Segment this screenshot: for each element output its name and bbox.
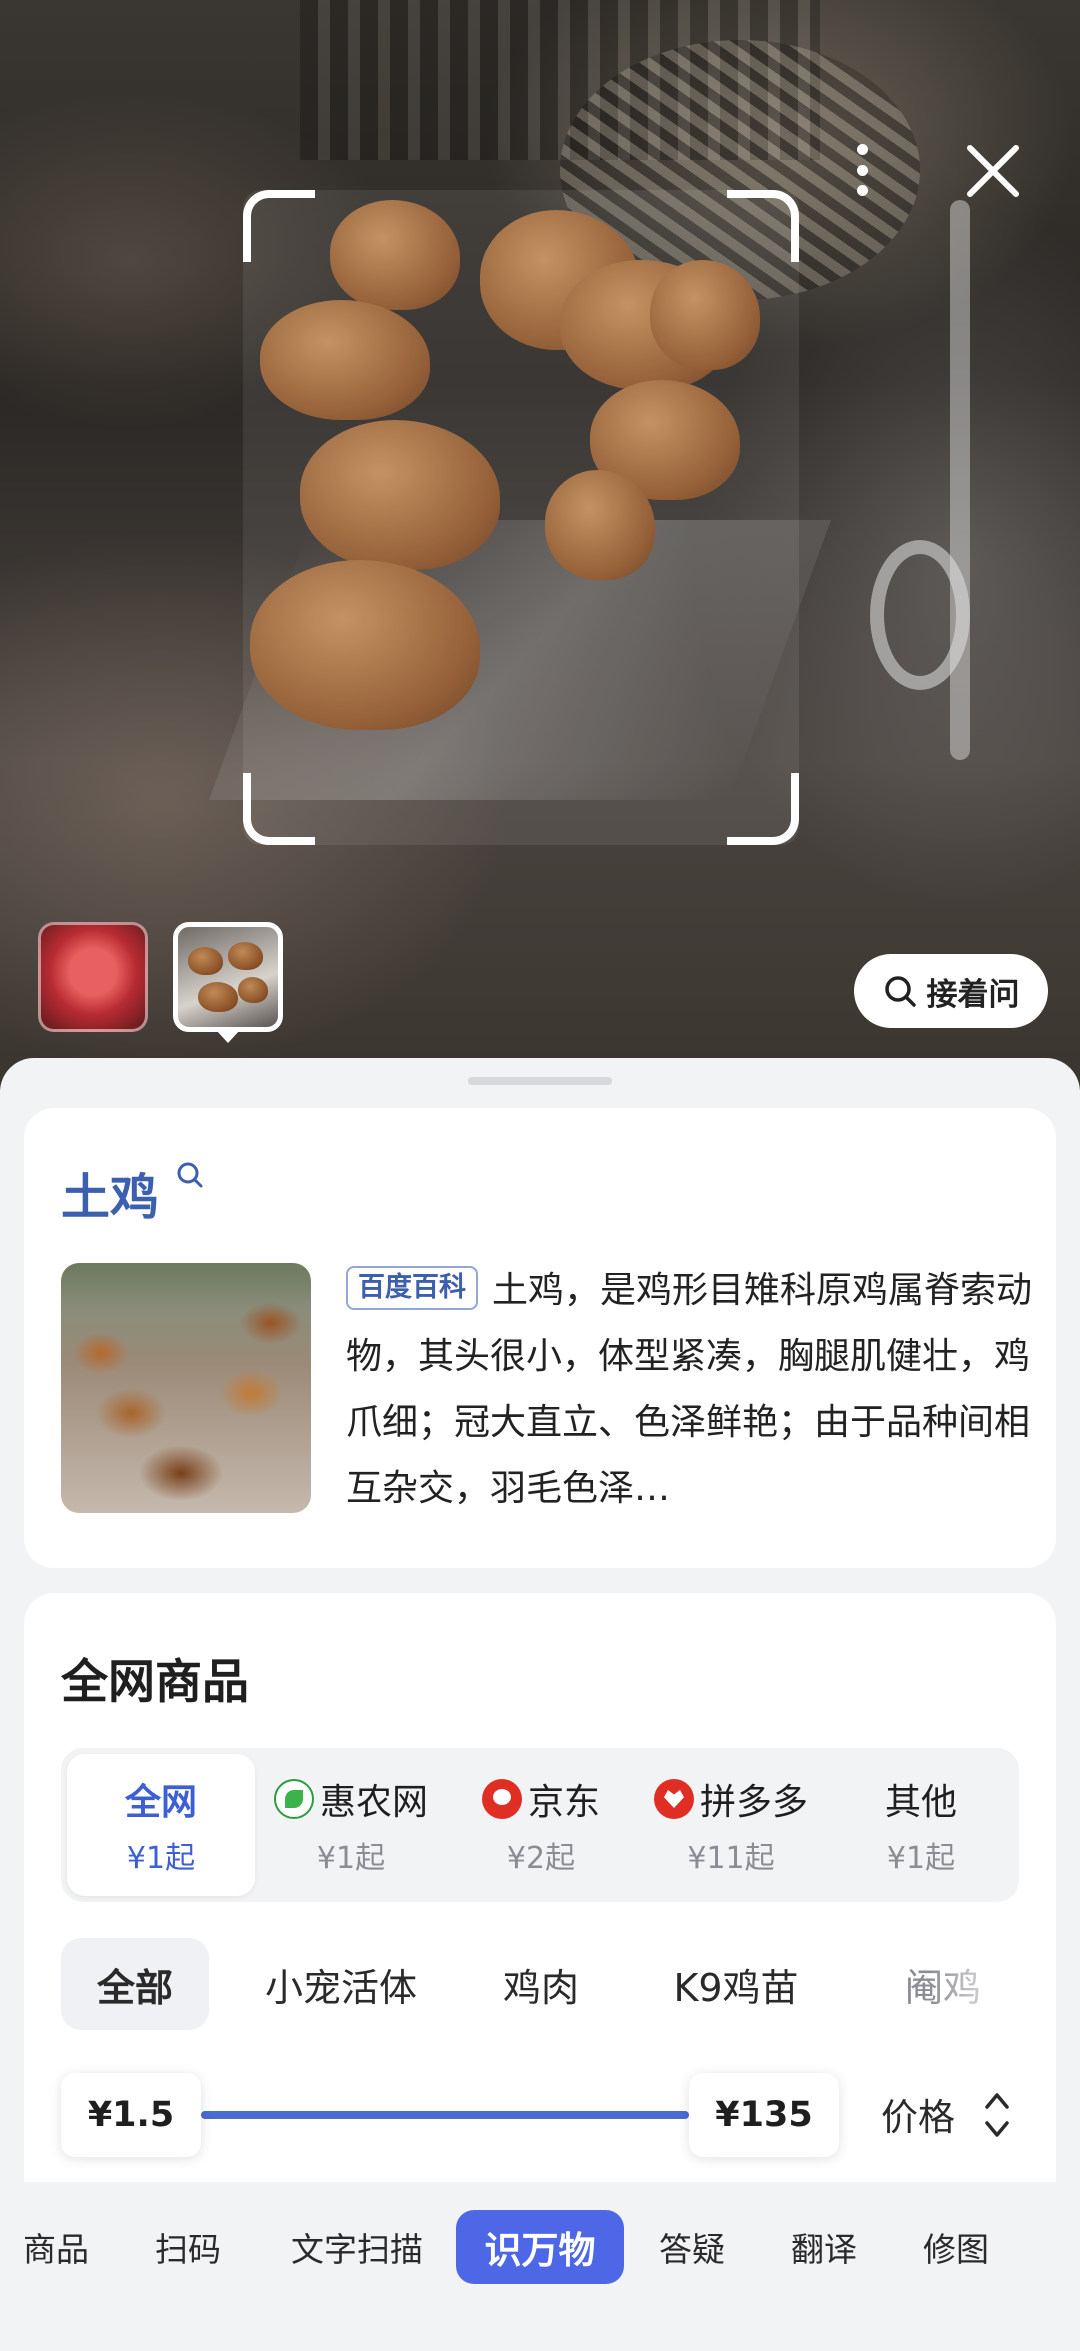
tab-qa[interactable]: 答疑 — [636, 2210, 748, 2284]
history-thumbnail-2-selected[interactable] — [173, 922, 283, 1032]
platform-price: ¥1起 — [126, 1841, 196, 1876]
section-title: 全网商品 — [61, 1655, 249, 1710]
platform-price: ¥1起 — [316, 1841, 386, 1876]
platform-price: ¥1起 — [886, 1841, 956, 1876]
results-sheet[interactable]: 土鸡 百度百科 土鸡，是鸡形目雉科原鸡属脊索动物，其头很小，体型紧凑，胸腿肌健壮，… — [0, 1058, 1080, 2351]
platform-tab-pinduoduo[interactable]: 拼多多 ¥11起 — [636, 1748, 826, 1902]
scan-corner-top-right — [727, 190, 799, 262]
chicken — [198, 982, 238, 1012]
scan-corner-bottom-right — [727, 773, 799, 845]
sort-by-price-button[interactable]: 价格 — [881, 2087, 955, 2141]
jd-logo-icon — [481, 1779, 522, 1819]
price-range-slider: ¥1.5 ¥135 价格 — [61, 2073, 1019, 2157]
tab-identify-all[interactable]: 识万物 — [456, 2210, 624, 2284]
category-chip[interactable]: 鸡肉 — [481, 1938, 601, 2030]
huinong-logo-icon — [273, 1779, 314, 1819]
platform-tabs: 全网 ¥1起 惠农网 ¥1起 京东 ¥2起 拼多多 ¥11起 其他 ¥1起 — [61, 1748, 1019, 1902]
platform-tab-all[interactable]: 全网 ¥1起 — [67, 1754, 255, 1896]
platform-name: 京东 — [527, 1782, 600, 1823]
tab-translate[interactable]: 翻译 — [768, 2210, 880, 2284]
price-min-handle[interactable]: ¥1.5 — [61, 2073, 201, 2157]
camera-preview: 接着问 — [0, 0, 1080, 1090]
result-image[interactable] — [61, 1263, 311, 1513]
tab-scan-code[interactable]: 扫码 — [132, 2210, 244, 2284]
scan-corner-bottom-left — [243, 773, 315, 845]
price-slider-track[interactable] — [201, 2111, 689, 2119]
source-tag: 百度百科 — [346, 1266, 478, 1310]
background-cart — [950, 200, 970, 760]
category-chips: 全部 小宠活体 鸡肉 K9鸡苗 阉鸡 — [61, 1938, 1019, 2030]
sort-arrows-icon[interactable] — [981, 2085, 1013, 2145]
ask-button-label: 接着问 — [926, 976, 1020, 1013]
history-thumbnail-1[interactable] — [38, 922, 148, 1032]
platform-name: 拼多多 — [699, 1782, 808, 1823]
close-icon[interactable] — [962, 140, 1024, 202]
search-icon — [884, 976, 916, 1007]
platform-tab-jd[interactable]: 京东 ¥2起 — [446, 1748, 636, 1902]
platform-name: 全网 — [124, 1782, 197, 1823]
price-max-handle[interactable]: ¥135 — [689, 2073, 839, 2157]
platform-name: 其他 — [884, 1782, 957, 1823]
mode-tab-bar: 商品 扫码 文字扫描 识万物 答疑 翻译 修图 — [0, 2182, 1080, 2351]
thumbnail-pointer — [216, 1030, 240, 1043]
scan-corner-top-left — [243, 190, 315, 262]
platform-tab-huinong[interactable]: 惠农网 ¥1起 — [256, 1748, 446, 1902]
result-description: 百度百科 土鸡，是鸡形目雉科原鸡属脊索动物，其头很小，体型紧凑，胸腿肌健壮，鸡爪细… — [346, 1258, 1036, 1522]
chips-fade — [929, 1938, 1019, 2030]
more-vertical-icon[interactable] — [842, 138, 882, 202]
tab-goods[interactable]: 商品 — [0, 2210, 112, 2284]
platform-price: ¥2起 — [506, 1841, 576, 1876]
search-icon[interactable] — [175, 1160, 205, 1190]
result-title[interactable]: 土鸡 — [61, 1158, 159, 1229]
background-wheel — [870, 540, 970, 690]
platform-name: 惠农网 — [319, 1782, 428, 1823]
pinduoduo-logo-icon — [653, 1779, 694, 1819]
tab-photo-edit[interactable]: 修图 — [900, 2210, 1012, 2284]
chicken — [188, 947, 223, 975]
scan-frame[interactable] — [243, 190, 799, 845]
chicken — [238, 977, 268, 1003]
tab-text-scan[interactable]: 文字扫描 — [272, 2210, 442, 2284]
category-chip[interactable]: 小宠活体 — [241, 1938, 441, 2030]
chicken — [228, 942, 263, 970]
sheet-grabber[interactable] — [468, 1077, 612, 1085]
platform-price: ¥11起 — [687, 1841, 775, 1876]
encyclopedia-card[interactable]: 土鸡 百度百科 土鸡，是鸡形目雉科原鸡属脊索动物，其头很小，体型紧凑，胸腿肌健壮，… — [24, 1108, 1056, 1568]
ask-follow-up-button[interactable]: 接着问 — [854, 954, 1048, 1028]
category-chip[interactable]: K9鸡苗 — [641, 1938, 831, 2030]
category-chip-all[interactable]: 全部 — [61, 1938, 209, 2030]
platform-tab-other[interactable]: 其他 ¥1起 — [826, 1748, 1016, 1902]
